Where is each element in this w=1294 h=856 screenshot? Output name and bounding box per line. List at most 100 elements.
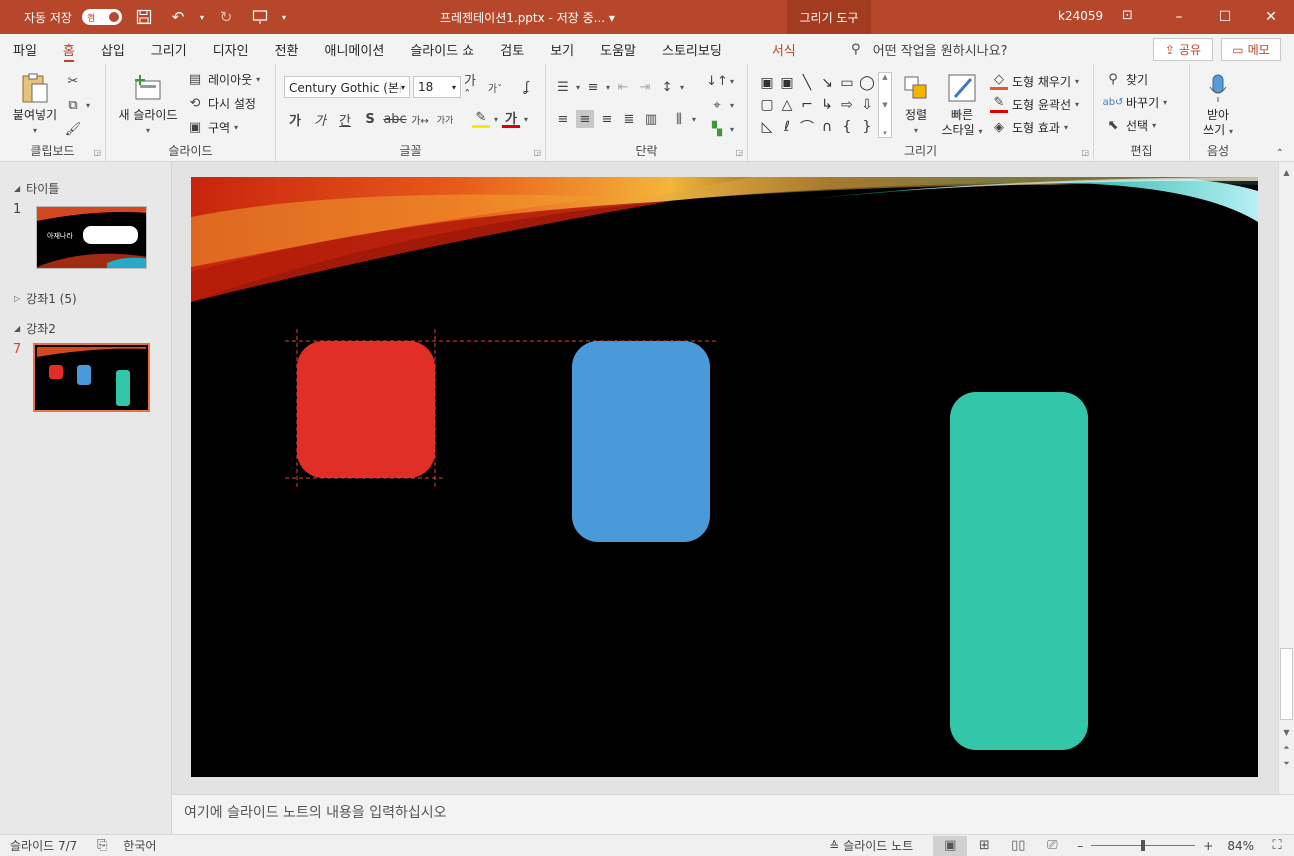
section-lecture2-header[interactable]: ◢ 강좌2 xyxy=(14,320,56,337)
numbering-dropdown-icon[interactable]: ▾ xyxy=(606,83,610,92)
paragraph-launcher-icon[interactable]: ◲ xyxy=(735,148,743,157)
grow-font-icon[interactable]: 가ˆ xyxy=(464,74,482,104)
tab-0[interactable]: 파일 xyxy=(0,34,50,64)
zoom-out-icon[interactable]: – xyxy=(1077,839,1083,853)
vertical-scrollbar[interactable]: ▲ ▼ ⏶ ⏷ xyxy=(1278,162,1294,794)
paste-button[interactable]: 붙여넣기 ▾ xyxy=(8,72,62,138)
text-shadow-icon[interactable]: S xyxy=(361,110,379,128)
connector-shape-icon[interactable]: ⌐ xyxy=(797,94,817,116)
columns-icon[interactable]: ⫼ xyxy=(670,110,688,128)
paste-dropdown-icon[interactable]: ▾ xyxy=(33,123,37,138)
normal-view-icon[interactable]: ▣ xyxy=(933,835,968,856)
select-button[interactable]: ⬉ 선택 ▾ xyxy=(1104,114,1157,136)
textbox-shape-icon[interactable]: ▣ xyxy=(757,72,777,94)
tab-format[interactable]: 서식 xyxy=(759,34,809,64)
notes-pane[interactable]: 여기에 슬라이드 노트의 내용을 입력하십시오 xyxy=(172,794,1294,834)
rectangle-shape-icon[interactable]: ▭ xyxy=(837,72,857,94)
save-icon[interactable] xyxy=(132,5,156,29)
text-direction-dropdown-icon[interactable]: ▾ xyxy=(730,77,734,86)
tab-2[interactable]: 삽입 xyxy=(88,34,138,64)
align-text-dropdown-icon[interactable]: ▾ xyxy=(730,101,734,110)
dictate-button[interactable]: 받아 쓰기 ▾ xyxy=(1198,72,1238,139)
line-spacing-icon[interactable]: ↕ xyxy=(658,78,676,96)
share-button[interactable]: ⇪ 공유 xyxy=(1153,38,1213,61)
slide-1-thumbnail[interactable]: 아재나라 xyxy=(36,206,147,269)
increase-indent-icon[interactable]: ⇥ xyxy=(636,78,654,96)
shapes-gallery[interactable]: ▣ ▣ ╲ ↘ ▭ ◯ ▢ △ ⌐ ↳ ⇨ ⇩ ◺ ℓ ⌒ ∩ { } xyxy=(757,72,877,138)
collapse-ribbon-icon[interactable]: ⌃ xyxy=(1276,148,1284,159)
scroll-down-icon[interactable]: ▼ xyxy=(1279,724,1294,740)
user-name[interactable]: k24059 xyxy=(1058,9,1103,23)
font-launcher-icon[interactable]: ◲ xyxy=(533,148,541,157)
left-brace-shape-icon[interactable]: { xyxy=(837,116,857,138)
tab-10[interactable]: 도움말 xyxy=(587,34,649,64)
undo-icon[interactable]: ↶ xyxy=(166,5,190,29)
distribute-icon[interactable]: ▥ xyxy=(642,110,660,128)
slide-sorter-view-icon[interactable]: ⊞ xyxy=(967,836,1001,856)
section-title-header[interactable]: ◢ 타이틀 xyxy=(14,180,59,197)
next-slide-icon[interactable]: ⏷ xyxy=(1279,756,1294,772)
underline-icon[interactable]: 간 xyxy=(336,110,354,129)
shape-outline-button[interactable]: ✎ 도형 윤곽선 ▾ xyxy=(990,93,1079,115)
slideshow-view-icon[interactable]: ⎚ xyxy=(1035,836,1069,856)
oval-shape-icon[interactable]: ◯ xyxy=(857,72,877,94)
ribbon-display-options-icon[interactable]: ⊡ xyxy=(1122,8,1140,26)
section-lecture1-header[interactable]: ▷ 강좌1 (5) xyxy=(14,290,77,307)
columns-dropdown-icon[interactable]: ▾ xyxy=(692,115,696,124)
gallery-down-icon[interactable]: ▼ xyxy=(882,101,887,109)
tab-1[interactable]: 홈 xyxy=(50,34,88,64)
align-text-icon[interactable]: ⌖ xyxy=(708,96,726,114)
smartart-icon[interactable]: ▚ xyxy=(708,120,726,138)
format-painter-icon[interactable]: 🖌 xyxy=(64,120,82,138)
present-icon[interactable] xyxy=(248,5,272,29)
freeform-shape-icon[interactable]: ◺ xyxy=(757,116,777,138)
tab-8[interactable]: 검토 xyxy=(487,34,537,64)
reading-view-icon[interactable]: ▯▯ xyxy=(1001,836,1035,856)
tab-7[interactable]: 슬라이드 쇼 xyxy=(397,34,487,64)
decrease-indent-icon[interactable]: ⇤ xyxy=(614,78,632,96)
green-rounded-rectangle[interactable] xyxy=(950,392,1088,750)
section-button[interactable]: ▣ 구역 ▾ xyxy=(186,116,238,138)
change-case-icon[interactable]: 가가 xyxy=(436,110,454,128)
vertical-textbox-shape-icon[interactable]: ▣ xyxy=(777,72,797,94)
slide-canvas[interactable] xyxy=(191,177,1258,777)
reset-button[interactable]: ⟲ 다시 설정 xyxy=(186,92,256,114)
font-color-dropdown-icon[interactable]: ▾ xyxy=(524,115,528,124)
elbow-arrow-shape-icon[interactable]: ↳ xyxy=(817,94,837,116)
right-arrow-shape-icon[interactable]: ⇨ xyxy=(837,94,857,116)
drawing-launcher-icon[interactable]: ◲ xyxy=(1081,148,1089,157)
gallery-up-icon[interactable]: ▲ xyxy=(882,73,887,81)
right-brace-shape-icon[interactable]: } xyxy=(857,116,877,138)
shrink-font-icon[interactable]: 가ˇ xyxy=(486,78,504,96)
redo-icon[interactable]: ↻ xyxy=(214,5,238,29)
align-left-icon[interactable]: ≡ xyxy=(554,110,572,128)
triangle-shape-icon[interactable]: △ xyxy=(777,94,797,116)
memo-button[interactable]: ▭ 메모 xyxy=(1221,38,1281,61)
tab-4[interactable]: 디자인 xyxy=(200,34,262,64)
zoom-level[interactable]: 84% xyxy=(1227,839,1254,853)
line-shape-icon[interactable]: ╲ xyxy=(797,72,817,94)
char-spacing-icon[interactable]: 가↔ xyxy=(411,110,429,128)
autosave-toggle[interactable]: 켬 xyxy=(81,9,122,25)
copy-icon[interactable]: ⧉ xyxy=(64,96,82,114)
smartart-dropdown-icon[interactable]: ▾ xyxy=(730,125,734,134)
curve-shape-icon[interactable]: ∩ xyxy=(817,116,837,138)
numbering-icon[interactable]: ≡ xyxy=(584,78,602,96)
scrollbar-thumb[interactable] xyxy=(1280,648,1293,720)
highlight-icon[interactable]: ✎ xyxy=(472,110,490,128)
find-button[interactable]: ⚲ 찾기 xyxy=(1104,68,1148,90)
new-slide-dropdown-icon[interactable]: ▾ xyxy=(146,123,150,138)
italic-icon[interactable]: 가 xyxy=(311,110,329,129)
font-color-icon[interactable]: 가 xyxy=(502,110,521,128)
gallery-more-icon[interactable]: ▾ xyxy=(883,129,887,137)
tab-6[interactable]: 애니메이션 xyxy=(312,34,398,64)
document-title[interactable]: 프레젠테이션1.pptx - 저장 중... ▾ xyxy=(440,9,615,26)
undo-dropdown-icon[interactable]: ▾ xyxy=(200,13,204,22)
red-rounded-rectangle[interactable] xyxy=(297,341,435,478)
font-name-select[interactable]: Century Gothic (본문 ▾ xyxy=(284,76,410,98)
zoom-knob[interactable] xyxy=(1141,840,1146,851)
clear-format-icon[interactable]: ʆ xyxy=(518,78,536,96)
previous-slide-icon[interactable]: ⏶ xyxy=(1279,740,1294,756)
slide-7-thumbnail[interactable] xyxy=(33,343,150,412)
copy-dropdown-icon[interactable]: ▾ xyxy=(86,101,90,110)
